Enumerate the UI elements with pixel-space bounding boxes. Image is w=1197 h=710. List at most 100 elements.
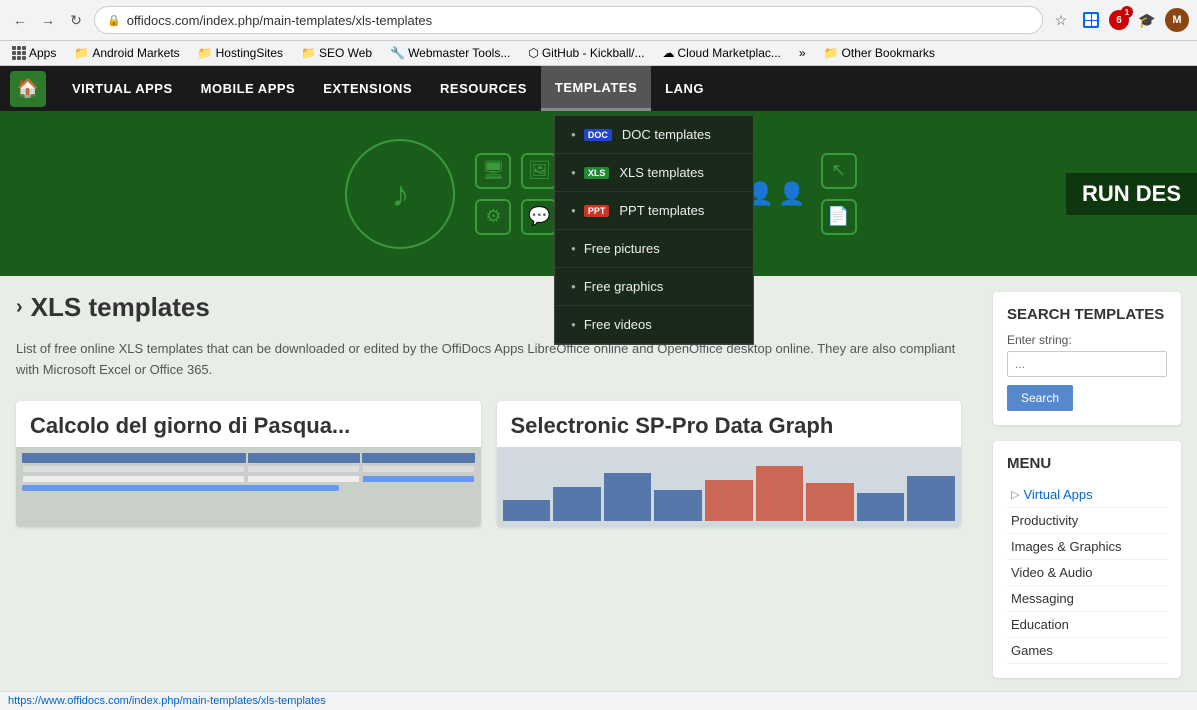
page-description: List of free online XLS templates that c… — [16, 339, 961, 381]
bookmark-github[interactable]: ⬡ GitHub - Kickball/... — [524, 44, 648, 62]
menu-item-games[interactable]: Games — [1007, 638, 1167, 664]
nav-resources[interactable]: RESOURCES — [426, 66, 541, 111]
search-input[interactable] — [1007, 351, 1167, 377]
dropdown-item-free-graphics[interactable]: ● Free graphics — [555, 268, 753, 306]
menu-item-productivity[interactable]: Productivity — [1007, 508, 1167, 534]
bookmark-seo[interactable]: 📁 SEO Web — [297, 44, 376, 62]
menu-item-label-education: Education — [1011, 617, 1069, 632]
card-title-2: Selectronic SP-Pro Data Graph — [497, 401, 962, 447]
menu-item-education[interactable]: Education — [1007, 612, 1167, 638]
nav-mobile-apps[interactable]: MOBILE APPS — [187, 66, 310, 111]
bookmark-webmaster[interactable]: 🔧 Webmaster Tools... — [386, 44, 514, 62]
template-card-1[interactable]: Calcolo del giorno di Pasqua... — [16, 401, 481, 527]
bar-8 — [857, 493, 905, 520]
wrench-icon: 🔧 — [390, 46, 405, 60]
dropdown-item-doc[interactable]: ● DOC DOC templates — [555, 116, 753, 154]
refresh-button[interactable]: ↻ — [64, 8, 88, 32]
templates-dropdown: ● DOC DOC templates ● XLS XLS templates … — [554, 115, 754, 345]
more-icon: » — [799, 46, 806, 60]
bookmark-other[interactable]: 📁 Other Bookmarks — [820, 44, 939, 62]
thumb-content-1 — [16, 447, 481, 527]
run-desktop-text: RUN DES — [1082, 181, 1181, 206]
bookmark-hosting[interactable]: 📁 HostingSites — [194, 44, 287, 62]
doc-label: DOC templates — [622, 127, 711, 142]
menu-item-label-video: Video & Audio — [1011, 565, 1092, 580]
thumb-header-row — [22, 453, 475, 463]
card-thumb-2 — [497, 447, 962, 527]
dropdown-item-xls[interactable]: ● XLS XLS templates — [555, 154, 753, 192]
menu-item-label-images: Images & Graphics — [1011, 539, 1122, 554]
hero-circle-container: ♪ — [340, 134, 460, 254]
nav-extensions[interactable]: EXTENSIONS — [309, 66, 426, 111]
free-pictures-label: Free pictures — [584, 241, 660, 256]
back-button[interactable]: ← — [8, 8, 32, 32]
graduation-icon[interactable]: 🎓 — [1135, 8, 1159, 32]
bullet-ppt: ● — [571, 206, 576, 215]
menu-item-virtual-apps[interactable]: ▷ Virtual Apps — [1007, 482, 1167, 508]
github-icon: ⬡ — [528, 46, 538, 60]
menu-box: MENU ▷ Virtual Apps Productivity Images … — [993, 441, 1181, 678]
apps-bookmark[interactable]: Apps — [8, 44, 60, 62]
photo-icon: 🖼 — [521, 153, 557, 189]
chat-icon: 💬 — [521, 199, 557, 235]
hero-icons-column3: ↖ 📄 — [821, 153, 857, 235]
extension-icon[interactable]: 6 1 — [1109, 10, 1129, 30]
thumb-content-2 — [497, 447, 962, 527]
free-graphics-label: Free graphics — [584, 279, 663, 294]
nav-virtual-apps[interactable]: VIRTUAL APPS — [58, 66, 187, 111]
bar-2 — [553, 487, 601, 521]
lock-icon: 🔒 — [107, 14, 121, 27]
menu-item-images[interactable]: Images & Graphics — [1007, 534, 1167, 560]
bullet-pictures: ● — [571, 244, 576, 253]
settings-icon: ⚙ — [475, 199, 511, 235]
main-content: › XLS templates List of free online XLS … — [0, 276, 977, 694]
person-icon-3: 👤 — [778, 181, 805, 207]
bar-4 — [654, 490, 702, 521]
bookmark-label-6: Cloud Marketplac... — [678, 46, 781, 60]
bookmark-android[interactable]: 📁 Android Markets — [70, 44, 183, 62]
xls-badge: XLS — [584, 167, 610, 179]
menu-item-messaging[interactable]: Messaging — [1007, 586, 1167, 612]
windows-icon[interactable] — [1079, 8, 1103, 32]
dropdown-item-free-pictures[interactable]: ● Free pictures — [555, 230, 753, 268]
cloud-icon: ☁ — [663, 46, 675, 60]
nav-templates[interactable]: TEMPLATES — [541, 66, 651, 111]
dropdown-item-free-videos[interactable]: ● Free videos — [555, 306, 753, 344]
menu-arrow-icon: ▷ — [1011, 488, 1019, 501]
status-bar: https://www.offidocs.com/index.php/main-… — [0, 691, 1197, 710]
bookmark-label: Android Markets — [92, 46, 179, 60]
free-videos-label: Free videos — [584, 317, 652, 332]
toolbar-right: ☆ 6 1 🎓 M — [1049, 8, 1189, 32]
bullet-xls: ● — [571, 168, 576, 177]
menu-item-label-games: Games — [1011, 643, 1053, 658]
forward-button[interactable]: → — [36, 8, 60, 32]
search-button[interactable]: Search — [1007, 385, 1073, 411]
user-avatar[interactable]: M — [1165, 8, 1189, 32]
menu-item-label-productivity: Productivity — [1011, 513, 1078, 528]
page-title-row: › XLS templates — [16, 292, 961, 323]
ppt-badge: PPT — [584, 205, 610, 217]
nav-lang[interactable]: LANG — [651, 66, 718, 111]
site-logo[interactable]: 🏠 — [10, 71, 46, 107]
thumb-row-2 — [22, 475, 475, 483]
folder-icon-2: 📁 — [198, 46, 213, 60]
doc-badge: DOC — [584, 129, 612, 141]
address-bar[interactable]: 🔒 offidocs.com/index.php/main-templates/… — [94, 6, 1043, 34]
thumb-progress — [22, 485, 339, 491]
title-arrow: › — [16, 296, 23, 319]
bookmark-label-other: Other Bookmarks — [842, 46, 935, 60]
bookmarks-more[interactable]: » — [795, 44, 810, 62]
menu-item-video[interactable]: Video & Audio — [1007, 560, 1167, 586]
bar-3 — [604, 473, 652, 521]
dropdown-item-ppt[interactable]: ● PPT PPT templates — [555, 192, 753, 230]
page-title: XLS templates — [31, 292, 210, 323]
sidebar: SEARCH TEMPLATES Enter string: Search ME… — [977, 276, 1197, 694]
card-thumb-1 — [16, 447, 481, 527]
cards-grid: Calcolo del giorno di Pasqua... — [16, 401, 961, 527]
search-box: SEARCH TEMPLATES Enter string: Search — [993, 292, 1181, 425]
star-icon[interactable]: ☆ — [1049, 8, 1073, 32]
bookmark-label-2: HostingSites — [216, 46, 283, 60]
bookmark-cloud[interactable]: ☁ Cloud Marketplac... — [659, 44, 785, 62]
bullet-videos: ● — [571, 320, 576, 329]
template-card-2[interactable]: Selectronic SP-Pro Data Graph — [497, 401, 962, 527]
